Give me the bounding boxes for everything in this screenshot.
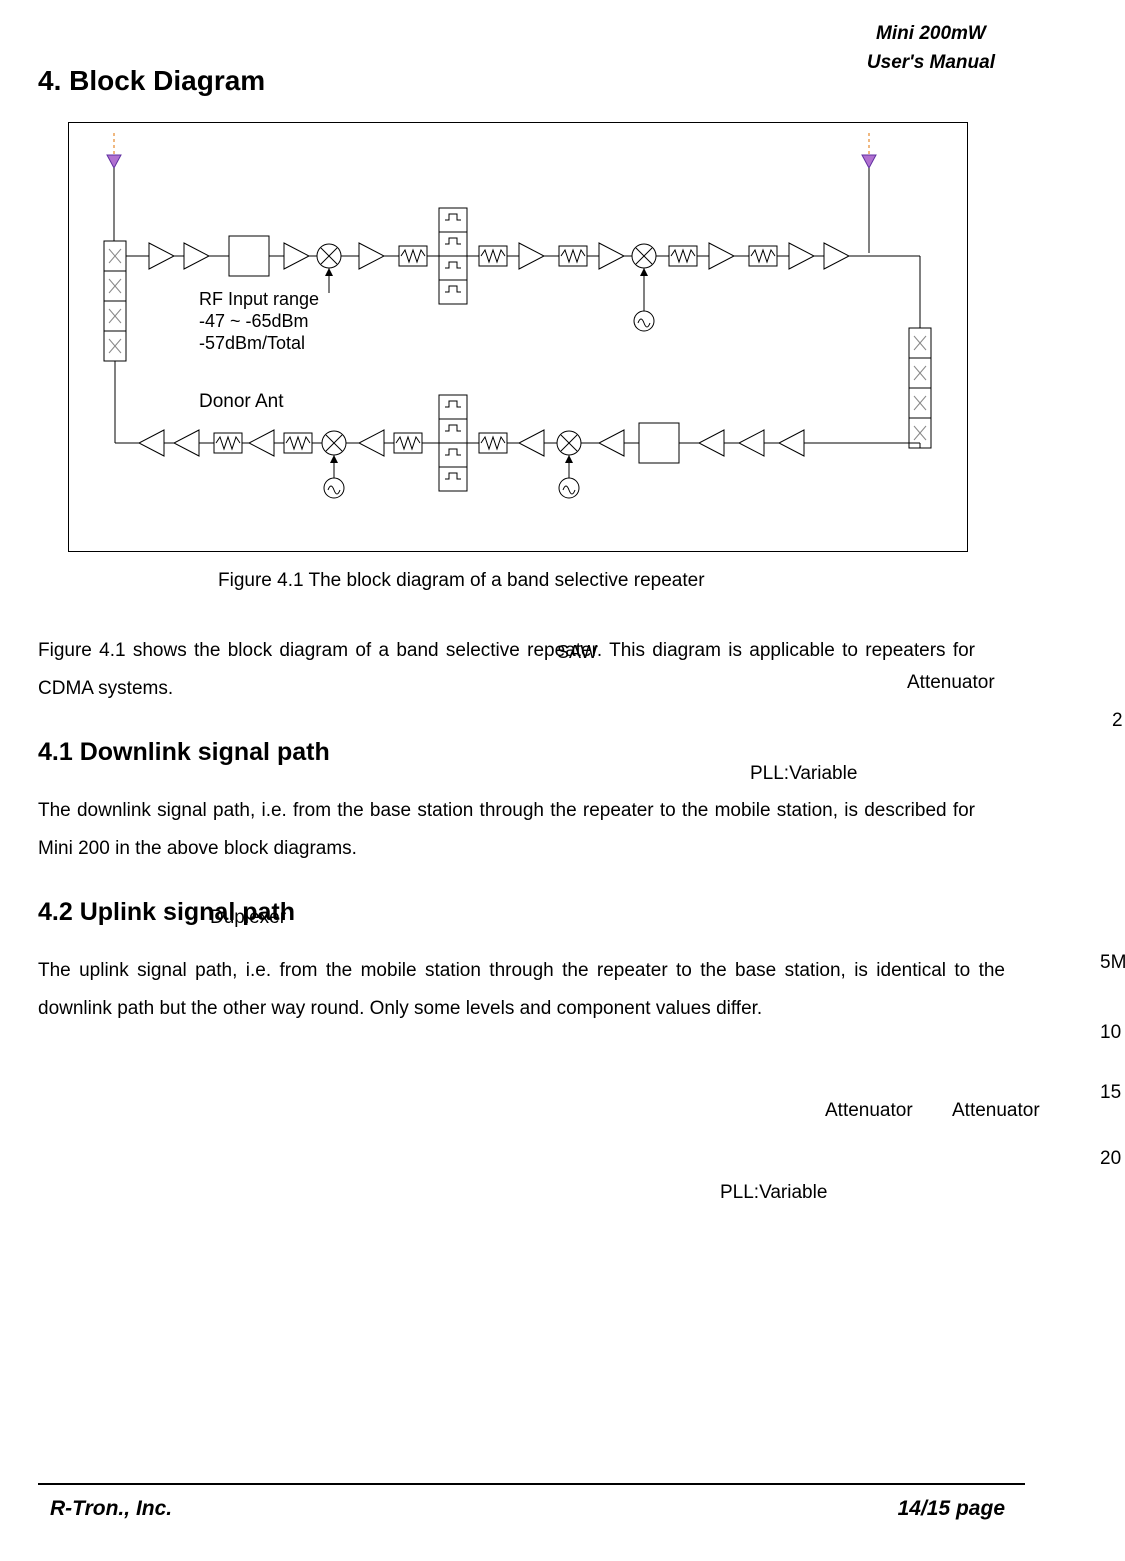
figure-caption: Figure 4.1 The block diagram of a band s…	[218, 570, 1065, 592]
subheading-uplink: 4.2 Uplink signal path	[38, 898, 1065, 927]
paragraph-1: Figure 4.1 shows the block diagram of a …	[38, 632, 975, 708]
stray-saw: SAW	[557, 642, 597, 663]
donor-ant-label: Donor Ant	[199, 391, 284, 412]
doc-title-2: User's Manual	[867, 49, 995, 78]
stray-pll-2: PLL:Variable	[720, 1182, 827, 1204]
footer-company: R-Tron., Inc.	[50, 1497, 172, 1521]
stray-attenuator-3: Attenuator	[952, 1100, 1040, 1122]
footer-page: 14/15 page	[898, 1497, 1005, 1521]
footer-rule	[38, 1483, 1025, 1485]
rf-input-line1: RF Input range	[199, 289, 319, 309]
stray-duplexer: Duplexer	[210, 907, 286, 929]
paragraph-3: The uplink signal path, i.e. from the mo…	[38, 952, 1005, 1028]
subheading-downlink: 4.1 Downlink signal path	[38, 738, 1065, 767]
doc-title-1: Mini 200mW	[867, 20, 995, 49]
stray-10: 10	[1100, 1022, 1121, 1044]
stray-pll-1: PLL:Variable	[750, 763, 857, 785]
page-footer: R-Tron., Inc. 14/15 page	[50, 1497, 1005, 1521]
stray-15: 15	[1100, 1082, 1121, 1104]
stray-20: 20	[1100, 1148, 1121, 1170]
paragraph-2: The downlink signal path, i.e. from the …	[38, 792, 975, 868]
stray-attenuator-1: Attenuator	[907, 672, 995, 694]
block-diagram: RF Input range -47 ~ -65dBm -57dBm/Total…	[68, 122, 968, 552]
rf-input-line2: -47 ~ -65dBm	[199, 311, 309, 331]
stray-attenuator-2: Attenuator	[825, 1100, 913, 1122]
rf-input-line3: -57dBm/Total	[199, 333, 305, 353]
stray-5m: 5M	[1100, 952, 1125, 974]
stray-two: 2	[1112, 710, 1123, 732]
doc-header: Mini 200mW User's Manual	[867, 20, 995, 77]
